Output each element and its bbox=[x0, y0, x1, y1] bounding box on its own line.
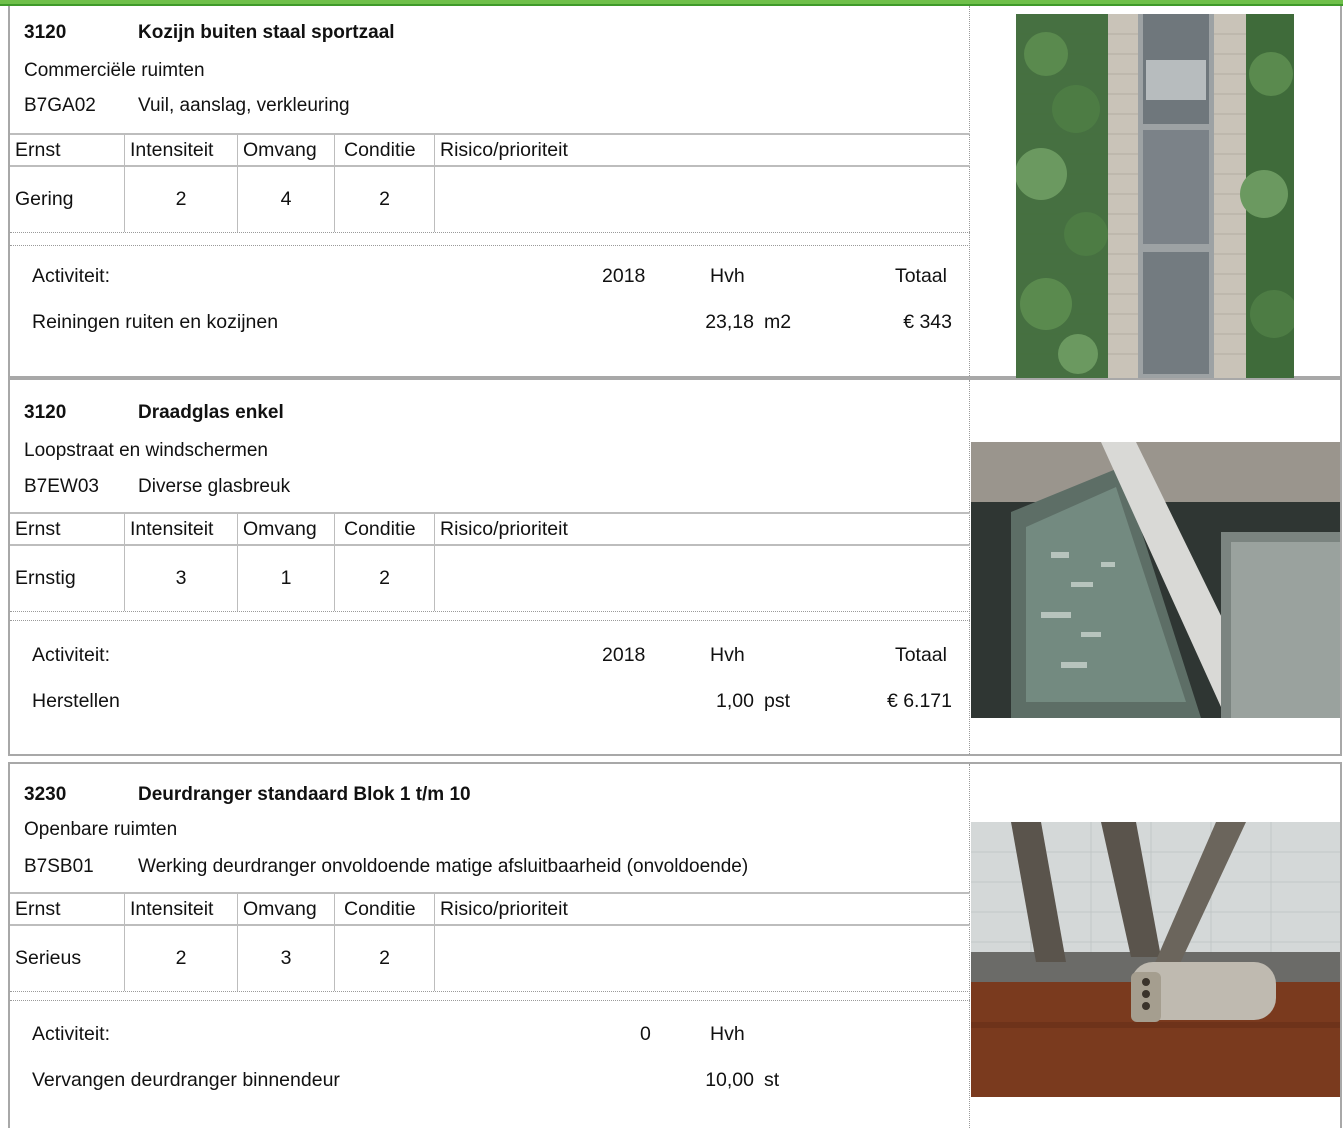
condition-table-row: Gering 2 4 2 bbox=[10, 167, 970, 233]
defect-code: B7EW03 bbox=[24, 476, 99, 497]
activity-unit-header: Hvh bbox=[710, 644, 745, 666]
wired-glass-photo bbox=[971, 442, 1340, 718]
item-title: Kozijn buiten staal sportzaal bbox=[138, 22, 395, 43]
col-conditie: Conditie bbox=[335, 135, 435, 165]
activity-quantity: 23,18 bbox=[705, 311, 754, 333]
activity-total: € 343 bbox=[903, 311, 952, 333]
col-omvang: Omvang bbox=[238, 894, 335, 924]
activity-total-header: Totaal bbox=[894, 644, 947, 666]
activity-unit-header: Hvh bbox=[710, 265, 745, 287]
defect-description: Vuil, aanslag, verkleuring bbox=[138, 95, 350, 116]
activity-description: Herstellen bbox=[32, 690, 120, 712]
defect-row: B7SB01 Werking deurdranger onvoldoende ma… bbox=[24, 856, 748, 878]
item-location: Commerciële ruimten bbox=[24, 60, 205, 81]
item-code: 3230 bbox=[24, 784, 67, 805]
col-intensiteit: Intensiteit bbox=[125, 514, 238, 544]
item-location: Openbare ruimten bbox=[24, 819, 178, 840]
item-header: 3120 Kozijn buiten staal sportzaal bbox=[24, 22, 395, 44]
defect-row: B7GA02 Vuil, aanslag, verkleuring bbox=[24, 95, 350, 117]
item-title: Deurdranger standaard Blok 1 t/m 10 bbox=[138, 784, 471, 805]
item-location: Loopstraat en windschermen bbox=[24, 440, 268, 461]
value-risico bbox=[435, 546, 970, 611]
condition-table-header: Ernst Intensiteit Omvang Conditie Risico… bbox=[10, 512, 970, 546]
value-risico bbox=[435, 167, 970, 232]
activity-label: Activiteit: bbox=[32, 265, 111, 287]
value-omvang: 4 bbox=[238, 167, 335, 232]
value-risico bbox=[435, 926, 970, 991]
value-conditie: 2 bbox=[335, 546, 435, 611]
defect-code: B7GA02 bbox=[24, 95, 96, 116]
defect-row: B7EW03 Diverse glasbreuk bbox=[24, 476, 290, 498]
value-conditie: 2 bbox=[335, 926, 435, 991]
activity-description: Vervangen deurdranger binnendeur bbox=[32, 1069, 340, 1091]
activity-label: Activiteit: bbox=[32, 1023, 111, 1045]
activity-section: Activiteit: 0 Hvh Vervangen deurdranger … bbox=[10, 1000, 970, 1128]
item-title: Draadglas enkel bbox=[138, 402, 284, 423]
col-risico: Risico/prioriteit bbox=[440, 138, 568, 161]
value-ernst: Serieus bbox=[10, 926, 125, 991]
col-omvang: Omvang bbox=[238, 514, 335, 544]
col-ernst: Ernst bbox=[10, 894, 125, 924]
activity-total: € 6.171 bbox=[886, 690, 952, 712]
inspection-details: 3120 Draadglas enkel Loopstraat en windsc… bbox=[10, 380, 970, 754]
activity-unit: pst bbox=[764, 690, 791, 712]
item-header: 3230 Deurdranger standaard Blok 1 t/m 10 bbox=[24, 784, 471, 806]
activity-unit: st bbox=[764, 1069, 780, 1091]
col-intensiteit: Intensiteit bbox=[125, 894, 238, 924]
value-intensiteit: 2 bbox=[125, 167, 238, 232]
activity-total-header: Totaal bbox=[894, 265, 947, 287]
inspection-details: 3120 Kozijn buiten staal sportzaal Commer… bbox=[10, 6, 970, 376]
col-intensiteit: Intensiteit bbox=[125, 135, 238, 165]
defect-code: B7SB01 bbox=[24, 856, 94, 877]
col-conditie: Conditie bbox=[335, 894, 435, 924]
activity-section: Activiteit: 2018 Hvh Totaal Reiningen ru… bbox=[10, 245, 970, 378]
inspection-card: 3230 Deurdranger standaard Blok 1 t/m 10 … bbox=[8, 762, 1342, 1128]
inspection-card: 3120 Draadglas enkel Loopstraat en windsc… bbox=[8, 378, 1342, 756]
value-ernst: Gering bbox=[10, 167, 125, 232]
col-risico: Risico/prioriteit bbox=[440, 897, 568, 920]
activity-quantity: 10,00 bbox=[705, 1069, 754, 1091]
activity-section: Activiteit: 2018 Hvh Totaal Herstellen 1… bbox=[10, 620, 970, 754]
value-intensiteit: 3 bbox=[125, 546, 238, 611]
defect-description: Diverse glasbreuk bbox=[138, 476, 291, 497]
item-header: 3120 Draadglas enkel bbox=[24, 402, 284, 424]
item-code: 3120 bbox=[24, 402, 67, 423]
inspection-details: 3230 Deurdranger standaard Blok 1 t/m 10 … bbox=[10, 764, 970, 1128]
activity-quantity: 1,00 bbox=[716, 690, 754, 712]
col-ernst: Ernst bbox=[10, 135, 125, 165]
col-conditie: Conditie bbox=[335, 514, 435, 544]
item-code: 3120 bbox=[24, 22, 67, 43]
activity-unit: m2 bbox=[764, 311, 792, 333]
door-closer-photo bbox=[971, 822, 1340, 1097]
inspection-card: 3120 Kozijn buiten staal sportzaal Commer… bbox=[8, 6, 1342, 378]
value-intensiteit: 2 bbox=[125, 926, 238, 991]
activity-label: Activiteit: bbox=[32, 644, 111, 666]
window-frame-photo bbox=[1016, 14, 1294, 378]
col-ernst: Ernst bbox=[10, 514, 125, 544]
activity-unit-header: Hvh bbox=[710, 1023, 745, 1045]
activity-year: 0 bbox=[640, 1023, 651, 1045]
condition-table-header: Ernst Intensiteit Omvang Conditie Risico… bbox=[10, 133, 970, 167]
value-omvang: 1 bbox=[238, 546, 335, 611]
col-omvang: Omvang bbox=[238, 135, 335, 165]
activity-year: 2018 bbox=[602, 265, 646, 287]
condition-table-row: Serieus 2 3 2 bbox=[10, 926, 970, 992]
activity-description: Reiningen ruiten en kozijnen bbox=[32, 311, 279, 333]
value-conditie: 2 bbox=[335, 167, 435, 232]
value-omvang: 3 bbox=[238, 926, 335, 991]
activity-year: 2018 bbox=[602, 644, 646, 666]
col-risico: Risico/prioriteit bbox=[440, 517, 568, 540]
defect-description: Werking deurdranger onvoldoende matige a… bbox=[138, 856, 749, 877]
condition-table-header: Ernst Intensiteit Omvang Conditie Risico… bbox=[10, 892, 970, 926]
condition-table-row: Ernstig 3 1 2 bbox=[10, 546, 970, 612]
value-ernst: Ernstig bbox=[10, 546, 125, 611]
